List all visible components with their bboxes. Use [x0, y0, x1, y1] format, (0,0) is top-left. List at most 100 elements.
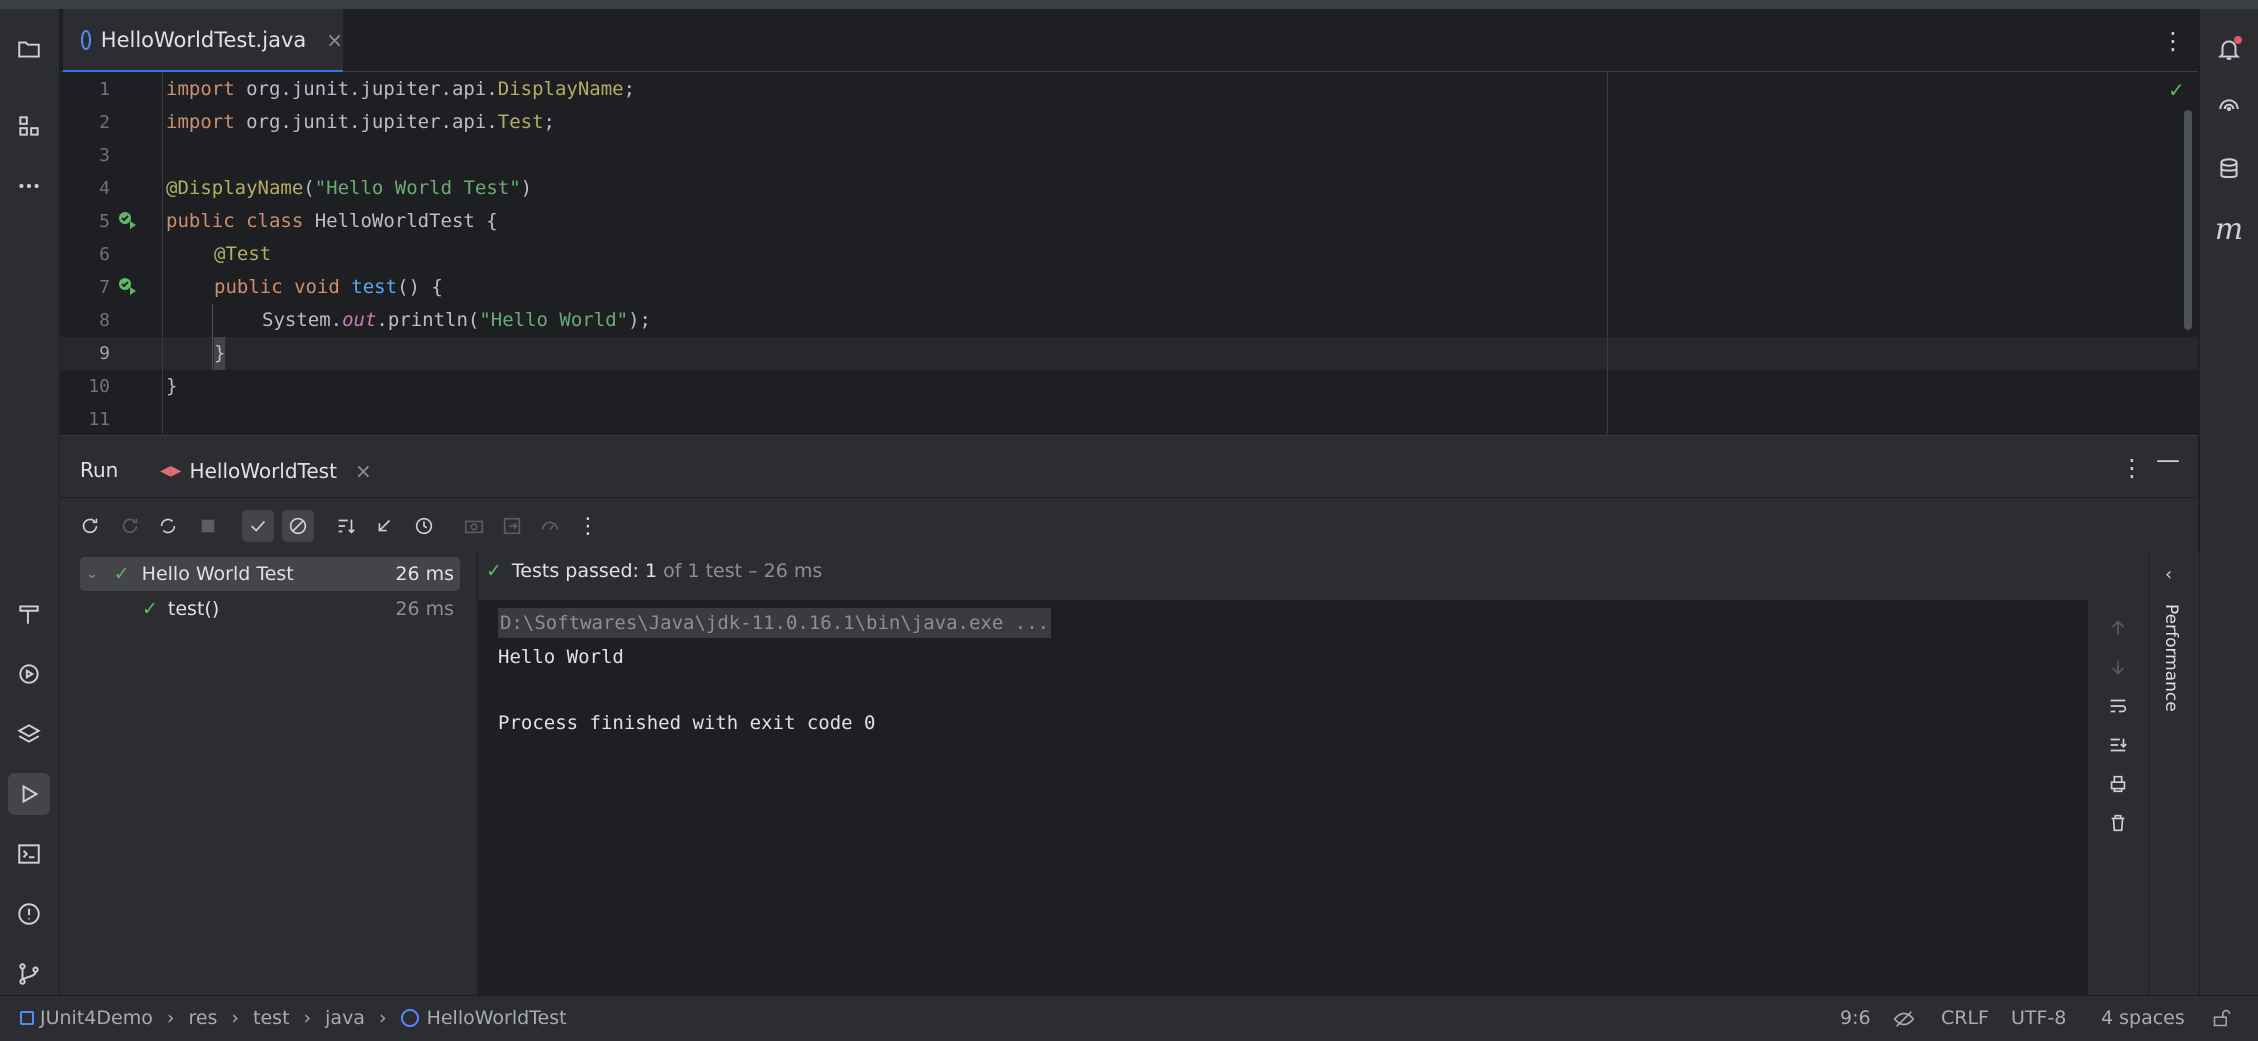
down-arrow-icon[interactable] [2104, 653, 2132, 681]
ai-assistant-icon[interactable] [2214, 94, 2244, 124]
editor-scrollbar[interactable] [2184, 110, 2192, 330]
chevron-left-icon[interactable]: ‹ [2165, 564, 2172, 585]
no-problems-check-icon[interactable]: ✓ [2168, 78, 2185, 102]
performance-tab[interactable]: Performance [2161, 604, 2181, 712]
breadcrumb-separator: › [303, 1007, 312, 1029]
export-icon[interactable] [498, 512, 526, 540]
breadcrumb-item[interactable]: test [253, 1007, 290, 1029]
collapse-all-icon[interactable] [370, 512, 398, 540]
breadcrumb-item[interactable]: HelloWorldTest [427, 1007, 567, 1029]
rerun-icon[interactable] [76, 512, 104, 540]
breadcrumb-item[interactable]: res [188, 1007, 217, 1029]
rerun-failed-icon[interactable] [116, 512, 144, 540]
clear-trash-icon[interactable] [2104, 809, 2132, 837]
project-folder-icon[interactable] [14, 34, 44, 64]
breadcrumb-item[interactable]: java [325, 1007, 365, 1029]
code-line: 1 import org.junit.jupiter.api.DisplayNa… [60, 73, 2198, 106]
tree-row-hello-world-test[interactable]: ⌄ ✓ Hello World Test 26 ms [80, 557, 460, 591]
profiler-icon[interactable] [536, 512, 564, 540]
close-tab-icon[interactable]: × [326, 28, 343, 52]
file-encoding[interactable]: UTF-8 [2011, 1007, 2066, 1029]
package-path: org.junit.jupiter.api. [234, 111, 498, 133]
services-icon[interactable] [14, 659, 44, 689]
toggle-auto-test-icon[interactable] [154, 512, 182, 540]
run-test-class-gutter-icon[interactable] [117, 210, 139, 232]
class-declaration: HelloWorldTest { [303, 210, 498, 232]
test-summary: ✓ Tests passed: 1 of 1 test – 26 ms [486, 560, 822, 582]
maven-icon[interactable]: m [2214, 212, 2244, 247]
show-passed-toggle[interactable] [242, 510, 274, 542]
string-literal: "Hello World" [479, 309, 629, 331]
line-number: 4 [99, 178, 110, 199]
problems-icon[interactable] [14, 899, 44, 929]
terminal-icon[interactable] [14, 839, 44, 869]
caret-position[interactable]: 9:6 [1840, 1007, 1871, 1029]
left-toolbar [0, 9, 60, 995]
notifications-bell-icon[interactable] [2214, 34, 2244, 64]
scroll-to-end-icon[interactable] [2104, 731, 2132, 759]
tree-item-label: test() [167, 598, 220, 620]
run-tab-label: HelloWorldTest [189, 459, 337, 483]
test-tree: ⌄ ✓ Hello World Test 26 ms ✓ test() 26 m… [60, 552, 478, 995]
run-icon[interactable] [8, 773, 50, 815]
screenshot-icon[interactable] [460, 512, 488, 540]
console-actions [2088, 600, 2148, 995]
breadcrumb-separator: › [231, 1007, 240, 1029]
inspection-eye-icon[interactable] [1893, 1008, 1915, 1030]
layers-icon[interactable] [14, 719, 44, 749]
up-arrow-icon[interactable] [2104, 614, 2132, 642]
keyword: import [166, 78, 235, 100]
code-line-current: 9 } [60, 337, 2198, 370]
static-field: out [342, 309, 377, 331]
tree-item-time: 26 ms [395, 598, 454, 620]
lock-icon[interactable] [2212, 1008, 2232, 1028]
keyword: public void [214, 276, 340, 298]
paren: ( [303, 177, 315, 199]
breadcrumb-item[interactable]: JUnit4Demo [40, 1007, 153, 1029]
sort-icon[interactable] [332, 512, 360, 540]
print-icon[interactable] [2104, 770, 2132, 798]
console-exit-line: Process finished with exit code 0 [498, 712, 876, 734]
stop-icon[interactable] [194, 512, 222, 540]
right-margin-guide [1607, 72, 1608, 434]
tab-hello-world-test-run[interactable]: ◀▶ HelloWorldTest × [142, 444, 377, 501]
tab-more-icon[interactable]: ⋮ [2161, 27, 2185, 55]
line-separator[interactable]: CRLF [1941, 1007, 1989, 1029]
breadcrumb: JUnit4Demo › res › test › java › HelloWo… [20, 1007, 567, 1029]
console-output-line: Hello World [498, 646, 624, 668]
minimize-icon[interactable]: — [2156, 446, 2180, 474]
git-branch-icon[interactable] [14, 959, 44, 989]
code-editor[interactable]: 1 import org.junit.jupiter.api.DisplayNa… [60, 72, 2198, 434]
code-line: 6 @Test [60, 238, 2198, 271]
tree-row-test[interactable]: ✓ test() 26 ms [80, 592, 460, 626]
code-line: 8 System.out.println("Hello World"); [60, 304, 2198, 337]
chevron-down-icon[interactable]: ⌄ [86, 566, 98, 582]
summary-detail: of 1 test – 26 ms [657, 560, 823, 582]
console-command-line[interactable]: D:\Softwares\Java\jdk-11.0.16.1\bin\java… [498, 608, 1052, 638]
more-tools-icon[interactable] [14, 171, 44, 201]
test-history-icon[interactable] [410, 512, 438, 540]
run-config-icon: ◀▶ [160, 463, 182, 479]
tree-item-label: Hello World Test [141, 563, 294, 585]
soft-wrap-icon[interactable] [2104, 692, 2132, 720]
more-actions-icon[interactable]: ⋮ [574, 512, 602, 540]
console-output[interactable]: D:\Softwares\Java\jdk-11.0.16.1\bin\java… [478, 600, 2088, 995]
indent-setting[interactable]: 4 spaces [2101, 1007, 2185, 1029]
run-options-icon[interactable]: ⋮ [2120, 454, 2144, 482]
method-name: test [351, 276, 398, 298]
title-strip [0, 0, 2258, 9]
show-ignored-toggle[interactable] [282, 510, 314, 542]
editor-tab-bar: HelloWorldTest.java × ⋮ [60, 9, 2198, 74]
code-line: 7 public void test() { [60, 271, 2198, 304]
class-name: DisplayName [497, 78, 624, 100]
code-line: 5 public class HelloWorldTest { [60, 205, 2198, 238]
breadcrumb-separator: › [378, 1007, 387, 1029]
summary-passed: Tests passed: 1 [511, 560, 658, 582]
database-icon[interactable] [2214, 154, 2244, 184]
build-hammer-icon[interactable] [14, 599, 44, 629]
close-run-tab-icon[interactable]: × [355, 459, 372, 483]
tab-hello-world-test-java[interactable]: HelloWorldTest.java × [63, 9, 343, 74]
structure-icon[interactable] [14, 111, 44, 141]
run-test-method-gutter-icon[interactable] [117, 276, 139, 298]
keyword: public class [166, 210, 304, 232]
